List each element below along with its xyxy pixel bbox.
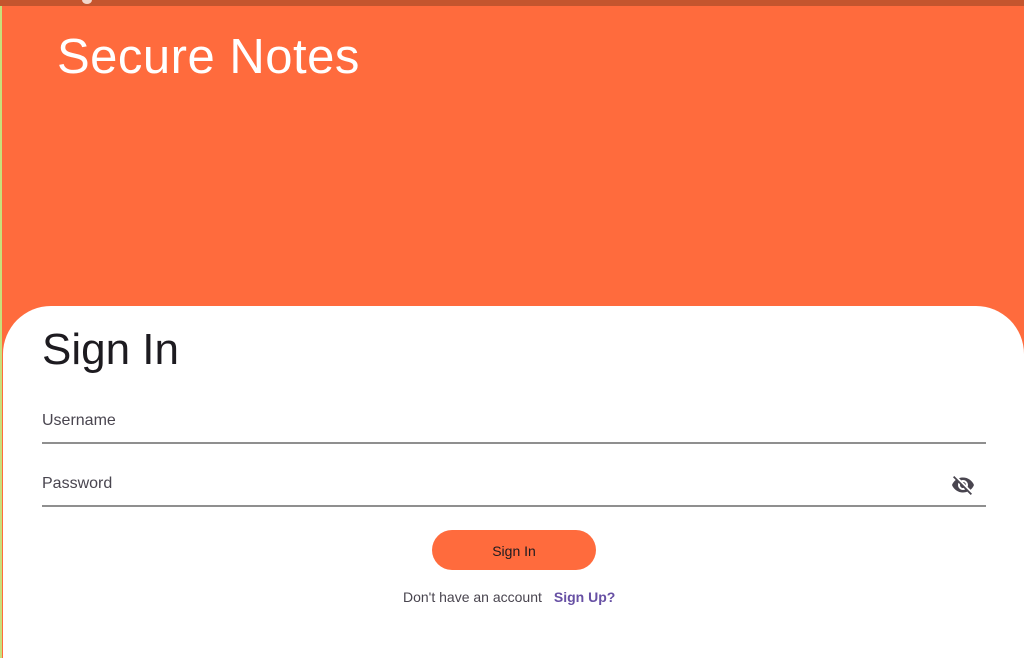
username-input[interactable] [42,404,986,442]
password-field[interactable]: Password [42,467,986,507]
window-edge [0,0,2,658]
signup-prompt: Don't have an account Sign Up? [403,589,615,605]
password-input[interactable] [42,467,986,505]
sign-in-heading: Sign In [42,325,179,374]
visibility-off-icon[interactable] [950,473,976,497]
no-account-text: Don't have an account [403,589,542,605]
sign-in-button[interactable]: Sign In [432,530,596,570]
sign-in-card: Sign In Username Password Sign In Don't … [3,306,1024,658]
app-title: Secure Notes [57,30,360,84]
status-indicator-icon [82,0,92,4]
username-field[interactable]: Username [42,404,986,444]
app-screen: Secure Notes Sign In Username Password S… [0,0,1024,658]
status-bar [0,0,1024,6]
sign-up-link[interactable]: Sign Up? [554,589,615,605]
